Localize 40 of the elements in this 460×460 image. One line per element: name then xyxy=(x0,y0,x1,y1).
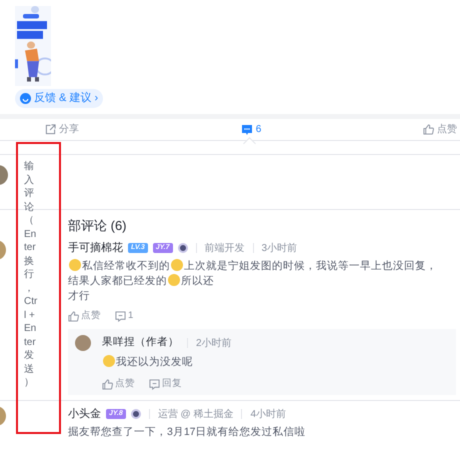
reply-button[interactable]: 回复 xyxy=(149,376,182,392)
avatar xyxy=(75,335,91,351)
meta-text: 2小时前 xyxy=(196,336,232,350)
user-name[interactable]: 小头金 xyxy=(68,406,101,422)
feedback-icon xyxy=(20,93,31,104)
emoji-icon xyxy=(171,259,183,271)
emoji-icon xyxy=(168,274,180,286)
comment-text: 才行 xyxy=(68,290,90,302)
comment-field[interactable]: 输入评论（Enter换行，Ctrl + Enter发送） xyxy=(24,160,38,430)
medal-icon xyxy=(178,243,188,253)
user-name[interactable]: 手可摘棉花 xyxy=(68,240,123,256)
user-name[interactable]: 果咩捏（作者） xyxy=(102,335,179,351)
comment-text: 私信经常收不到的 xyxy=(82,260,170,272)
medal-icon xyxy=(130,409,141,419)
comment-text: 我还以为没发呢 xyxy=(116,356,193,368)
emoji-icon xyxy=(103,355,115,367)
like-icon xyxy=(102,378,113,390)
comment-text: 结果人家都已经发的 xyxy=(68,275,167,287)
meta-text: 运营 @ 稀土掘金 xyxy=(158,408,234,422)
like-tab[interactable]: 点赞 xyxy=(422,122,457,137)
comment-text: 上次就是宁姐发图的时候，我说等一早上也没回复， xyxy=(184,260,437,272)
reply-icon xyxy=(149,378,160,390)
share-tab[interactable]: 分享 xyxy=(45,122,79,137)
meta-text: 前端开发 xyxy=(204,242,245,256)
share-icon xyxy=(45,124,56,135)
meta-text: 4小时前 xyxy=(250,408,286,422)
like-button[interactable]: 点赞 xyxy=(68,308,101,324)
like-icon xyxy=(422,124,434,135)
like-button[interactable]: 点赞 xyxy=(102,376,135,392)
reply-icon xyxy=(115,310,126,322)
meta-text: 3小时前 xyxy=(262,242,298,256)
like-icon xyxy=(68,310,79,322)
comment-text: 掘友帮您查了一下，3月17日就有给您发过私信啦 xyxy=(68,426,306,438)
comment-icon xyxy=(240,124,253,136)
comment-text: 所以还 xyxy=(181,275,214,287)
feedback-button[interactable]: 反馈 & 建议 › xyxy=(15,89,104,108)
section-heading: 部评论 (6) xyxy=(68,217,126,235)
emoji-icon xyxy=(69,259,81,271)
comment-tab[interactable]: 6 xyxy=(240,122,262,137)
reply-button[interactable]: 1 xyxy=(115,308,134,324)
